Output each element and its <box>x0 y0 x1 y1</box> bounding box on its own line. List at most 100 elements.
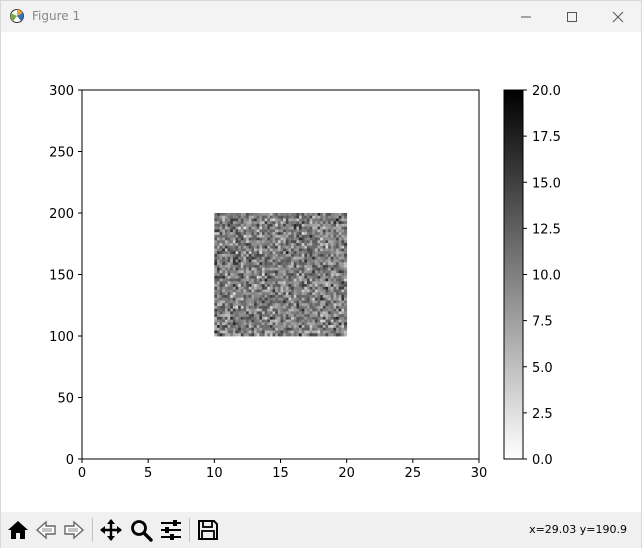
heatmap-cell <box>317 218 321 222</box>
heatmap-cell <box>306 223 311 228</box>
heatmap-cell <box>246 289 250 293</box>
heatmap-cell <box>227 232 231 236</box>
heatmap-cell <box>216 218 221 222</box>
heatmap-cell <box>238 213 242 217</box>
heatmap-cell <box>283 218 287 222</box>
heatmap-cell <box>291 297 295 301</box>
maximize-button[interactable] <box>549 1 595 32</box>
heatmap-cell <box>272 333 276 337</box>
heatmap-cell <box>309 251 313 255</box>
close-button[interactable] <box>595 1 641 32</box>
home-icon[interactable] <box>6 518 30 542</box>
heatmap-cell <box>344 325 348 329</box>
heatmap-cell <box>251 305 255 310</box>
heatmap-cell <box>216 286 221 290</box>
heatmap-cell <box>309 300 313 304</box>
heatmap-cell <box>261 278 266 282</box>
back-icon[interactable] <box>34 518 58 542</box>
heatmap-cell <box>264 281 268 285</box>
heatmap-cell <box>299 286 303 290</box>
heatmap-cell <box>230 319 234 323</box>
heatmap-cell <box>280 273 284 277</box>
heatmap-cell <box>222 215 226 219</box>
heatmap-cell <box>304 316 308 320</box>
heatmap-cell <box>320 292 324 296</box>
heatmap-cell <box>248 325 252 329</box>
heatmap-cell <box>256 322 260 326</box>
heatmap-cell <box>317 284 321 288</box>
heatmap-cell <box>224 292 228 296</box>
heatmap-cell <box>336 267 340 271</box>
heatmap-cell <box>227 262 231 266</box>
heatmap-cell <box>314 292 318 296</box>
heatmap-cell <box>269 311 273 315</box>
heatmap-cell <box>291 284 295 288</box>
heatmap-cell <box>246 278 250 282</box>
heatmap-cell <box>304 281 308 285</box>
heatmap-cell <box>240 270 244 274</box>
heatmap-cell <box>254 223 258 228</box>
heatmap-cell <box>330 232 334 236</box>
zoom-icon[interactable] <box>129 518 153 542</box>
heatmap-cell <box>338 327 342 331</box>
heatmap-cell <box>238 240 242 244</box>
heatmap-cell <box>336 281 340 285</box>
heatmap-cell <box>254 218 258 222</box>
heatmap-cell <box>216 308 221 312</box>
heatmap-cell <box>291 218 295 222</box>
heatmap-cell <box>222 234 226 238</box>
heatmap-cell <box>291 316 295 320</box>
heatmap-cell <box>322 240 326 244</box>
heatmap-cell <box>291 251 295 255</box>
heatmap-cell <box>232 234 236 238</box>
heatmap-cell <box>320 333 324 337</box>
heatmap-cell <box>328 234 332 238</box>
heatmap-cell <box>293 221 297 225</box>
heatmap-cell <box>280 215 284 219</box>
heatmap-cell <box>330 319 334 323</box>
pan-icon[interactable] <box>99 518 123 542</box>
heatmap-cell <box>232 240 236 244</box>
heatmap-cell <box>330 278 334 282</box>
title-bar[interactable]: Figure 1 <box>1 1 641 32</box>
heatmap-cell <box>235 232 239 236</box>
heatmap-cell <box>256 213 260 217</box>
heatmap-cell <box>240 289 244 293</box>
configure-subplots-icon[interactable] <box>159 518 183 542</box>
heatmap-cell <box>227 319 231 323</box>
save-icon[interactable] <box>196 518 220 542</box>
heatmap-cell <box>259 311 263 315</box>
heatmap-cell <box>283 322 287 326</box>
figure-canvas[interactable]: 0 5 10 15 20 25 30 0 50 100 150 200 250 300 0.0 2.5 5.0 7… <box>1 32 641 511</box>
heatmap-cell <box>238 259 242 263</box>
heatmap-cell <box>338 251 342 255</box>
heatmap-cell <box>259 273 263 277</box>
heatmap-cell <box>243 273 247 277</box>
heatmap-cell <box>264 270 268 274</box>
heatmap-cell <box>330 223 334 228</box>
heatmap-cell <box>235 314 239 318</box>
heatmap-cell <box>267 243 271 247</box>
forward-icon[interactable] <box>62 518 86 542</box>
heatmap-cell <box>238 248 242 252</box>
minimize-button[interactable] <box>503 1 549 32</box>
heatmap-cell <box>264 245 268 249</box>
heatmap-cell <box>256 330 260 334</box>
heatmap-cell <box>336 297 340 301</box>
heatmap-cell <box>304 229 308 233</box>
heatmap-cell <box>238 295 242 299</box>
heatmap-cell <box>267 251 271 255</box>
heatmap-cell <box>269 215 273 219</box>
heatmap-cell <box>227 248 231 252</box>
heatmap-cell <box>238 215 242 219</box>
heatmap-cell <box>285 254 289 258</box>
heatmap-cell <box>248 281 252 285</box>
heatmap-cell <box>301 303 305 307</box>
x-tick-label: 0 <box>78 466 86 481</box>
heatmap-cell <box>306 322 311 326</box>
heatmap-cell <box>222 284 226 288</box>
heatmap-cell <box>264 303 268 307</box>
heatmap-cell <box>283 297 287 301</box>
heatmap-cell <box>238 218 242 222</box>
heatmap-cell <box>254 232 258 236</box>
